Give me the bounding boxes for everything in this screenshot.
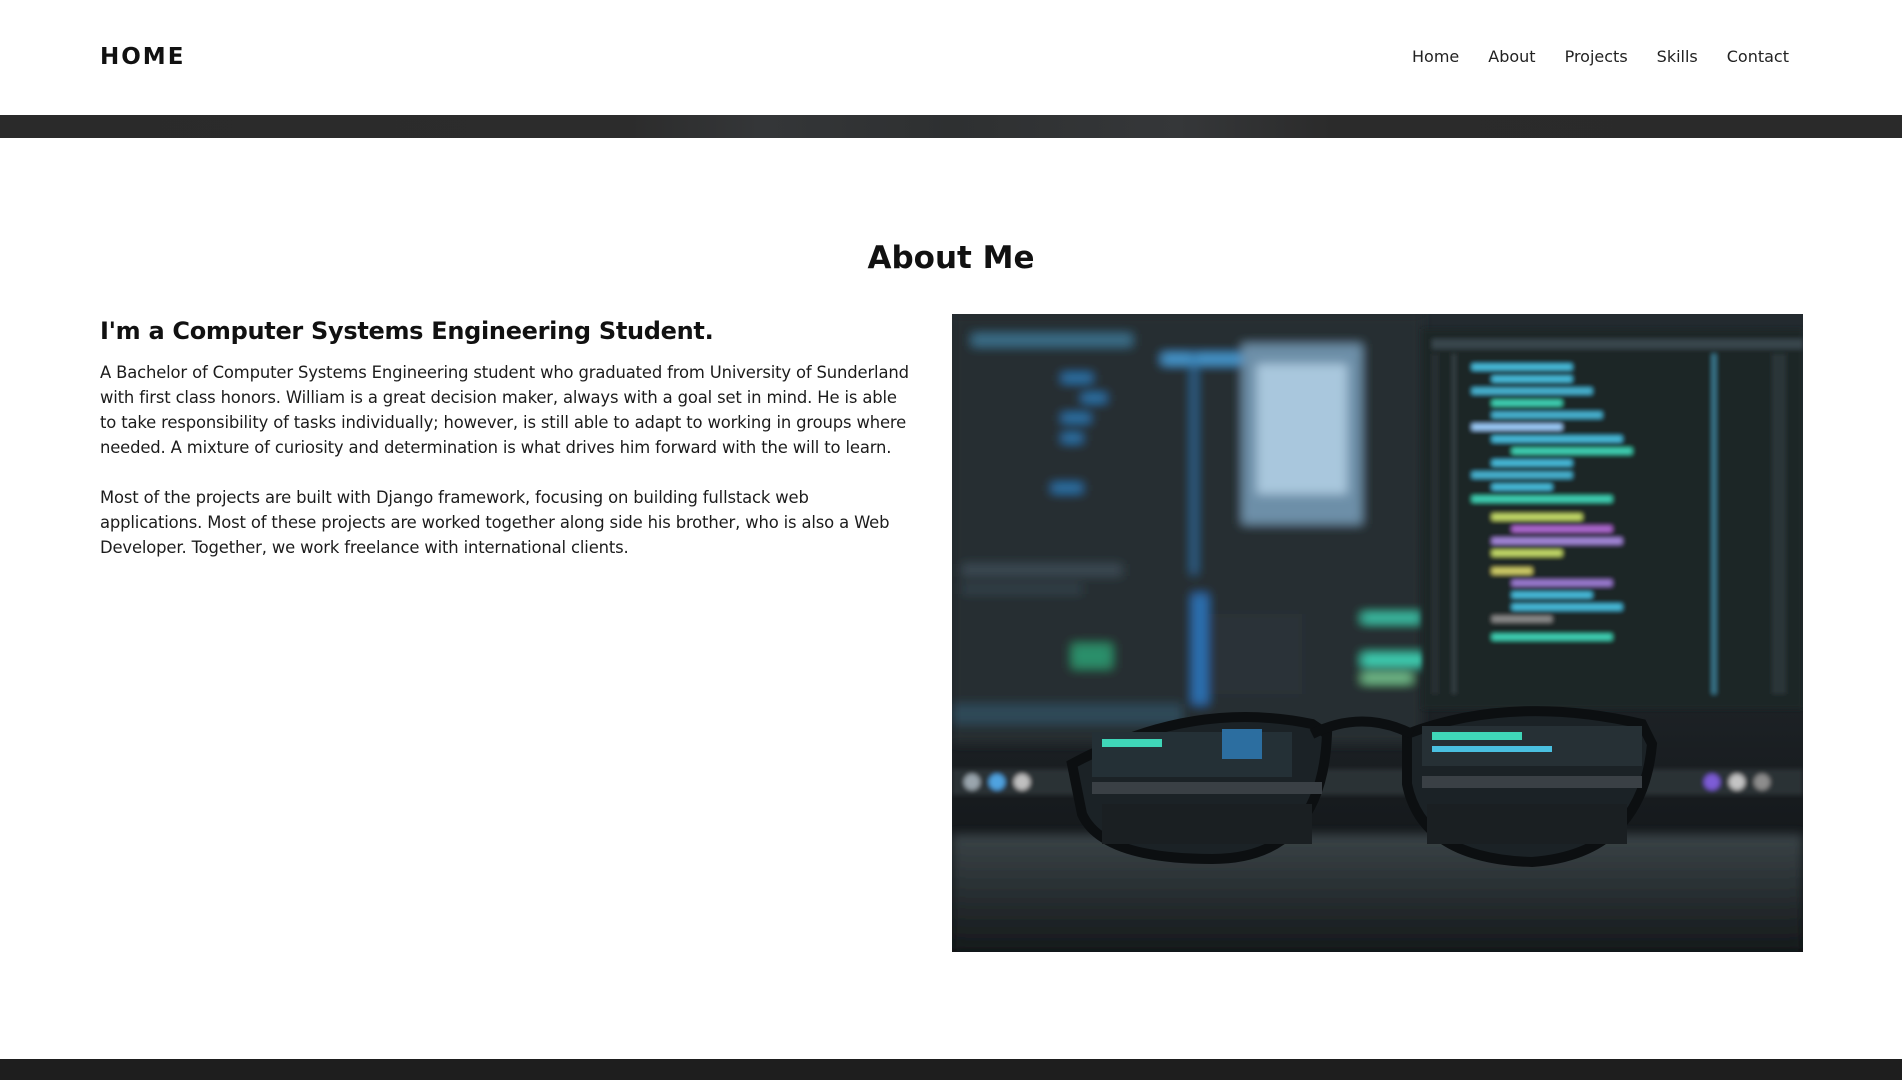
- main-nav: Home About Projects Skills Contact: [1383, 47, 1789, 67]
- nav-link-about[interactable]: About: [1488, 47, 1535, 67]
- about-paragraph-1: A Bachelor of Computer Systems Engineeri…: [100, 363, 909, 457]
- hero-image-bottom-edge: [0, 115, 1902, 138]
- about-text-column: I'm a Computer Systems Engineering Stude…: [100, 316, 910, 585]
- nav-link-projects[interactable]: Projects: [1565, 47, 1628, 67]
- nav-link-home[interactable]: Home: [1412, 47, 1459, 67]
- about-image-monitors-glasses: [952, 314, 1803, 952]
- nav-link-skills[interactable]: Skills: [1657, 47, 1698, 67]
- nav-link-contact[interactable]: Contact: [1727, 47, 1789, 67]
- brand-logo-link[interactable]: HOME: [100, 44, 185, 70]
- site-header: HOME Home About Projects Skills Contact: [0, 0, 1902, 115]
- footer-bar: [0, 1059, 1902, 1080]
- about-paragraph-2: Most of the projects are built with Djan…: [100, 488, 890, 557]
- about-subtitle: I'm a Computer Systems Engineering Stude…: [100, 317, 714, 345]
- section-title: About Me: [867, 240, 1035, 276]
